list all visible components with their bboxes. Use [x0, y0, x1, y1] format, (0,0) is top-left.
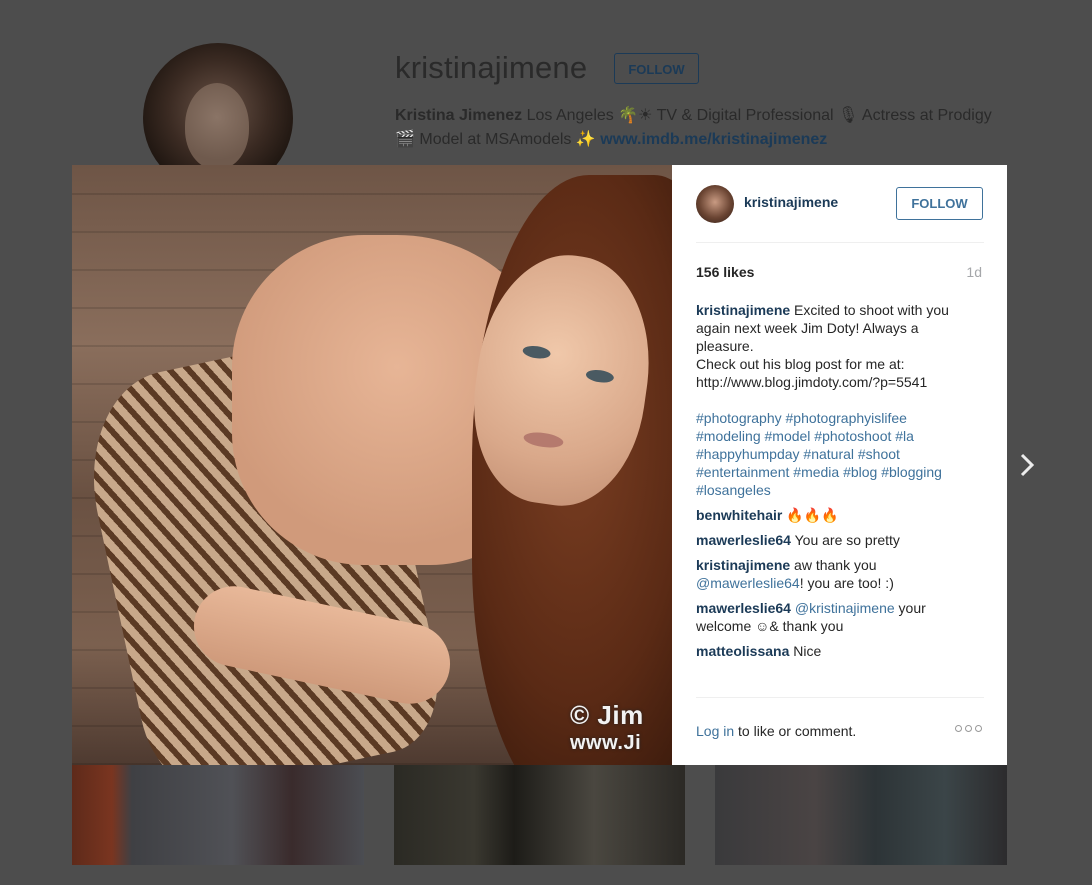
grid-thumbnail[interactable]: [394, 765, 685, 865]
hashtag-line[interactable]: #happyhumpday #natural #shoot: [696, 445, 984, 463]
post-author-avatar[interactable]: [696, 185, 734, 223]
comment-username[interactable]: mawerleslie64: [696, 600, 791, 616]
comment-item: kristinajimene aw thank you @mawerleslie…: [696, 556, 984, 592]
post-stats: 156 likes 1d: [696, 264, 984, 280]
grid-thumbnail[interactable]: [72, 765, 364, 865]
comment-username[interactable]: mawerleslie64: [696, 532, 791, 548]
comment-text: Nice: [789, 643, 822, 659]
comment-username[interactable]: benwhitehair: [696, 507, 782, 523]
post-author-username[interactable]: kristinajimene: [744, 194, 838, 210]
bio-text-2: 🎬 Model at MSAmodels ✨: [395, 131, 601, 148]
post-photo[interactable]: © Jim www.Ji: [72, 165, 672, 765]
profile-bio: Kristina Jimenez Los Angeles 🌴☀ TV & Dig…: [395, 104, 1015, 152]
post-header: kristinajimene FOLLOW: [696, 165, 984, 243]
comment-username[interactable]: matteolissana: [696, 643, 789, 659]
hashtag-line[interactable]: #entertainment #media #blog #blogging: [696, 463, 984, 481]
photo-watermark: © Jim www.Ji: [570, 700, 644, 754]
caption-line: Excited to shoot with you: [790, 302, 949, 318]
bio-link[interactable]: www.imdb.me/kristinajimenez: [600, 131, 827, 148]
hashtag-line[interactable]: #photography #photographyislifee: [696, 409, 984, 427]
comment-text: You are so pretty: [790, 532, 900, 548]
more-options-icon[interactable]: [955, 725, 982, 732]
post-time[interactable]: 1d: [966, 264, 982, 280]
post-sidebar: kristinajimene FOLLOW 156 likes 1d krist…: [672, 165, 1007, 765]
comment-item: mawerleslie64 You are so pretty: [696, 531, 984, 549]
comment-item: mawerleslie64 @kristinajimene your welco…: [696, 599, 984, 635]
bio-text-1: Los Angeles 🌴☀ TV & Digital Professional…: [522, 107, 992, 124]
comment-text: aw thank you: [790, 557, 877, 573]
comment-text: ! you are too! :): [799, 575, 894, 591]
login-prompt-text: to like or comment.: [734, 723, 857, 739]
comment-item: benwhitehair 🔥🔥🔥: [696, 506, 984, 524]
likes-count[interactable]: 156 likes: [696, 264, 754, 280]
login-prompt: Log in to like or comment.: [696, 723, 856, 739]
caption-line[interactable]: http://www.blog.jimdoty.com/?p=5541: [696, 373, 984, 391]
bio-name: Kristina Jimenez: [395, 107, 523, 124]
comments-list: kristinajimene Excited to shoot with you…: [696, 301, 984, 667]
comment-mention[interactable]: @mawerleslie64: [696, 575, 800, 591]
hashtag-line[interactable]: #modeling #model #photoshoot #la: [696, 427, 984, 445]
chevron-right-icon[interactable]: [1016, 450, 1038, 480]
caption-line: Check out his blog post for me at:: [696, 356, 905, 372]
comment-item: matteolissana Nice: [696, 642, 984, 660]
profile-username: kristinajimene: [395, 50, 588, 85]
hashtag-line[interactable]: #losangeles: [696, 481, 984, 499]
profile-follow-button[interactable]: FOLLOW: [614, 53, 699, 84]
login-link[interactable]: Log in: [696, 723, 734, 739]
comment-mention[interactable]: @kristinajimene: [791, 600, 895, 616]
caption-username[interactable]: kristinajimene: [696, 302, 790, 318]
caption-line: pleasure.: [696, 338, 754, 354]
post-footer: Log in to like or comment.: [696, 697, 984, 766]
comment-text: 🔥🔥🔥: [782, 507, 839, 523]
caption-line: again next week Jim Doty! Always a: [696, 320, 919, 336]
comment-username[interactable]: kristinajimene: [696, 557, 790, 573]
grid-thumbnail[interactable]: [715, 765, 1007, 865]
caption: kristinajimene Excited to shoot with you…: [696, 301, 984, 499]
post-follow-button[interactable]: FOLLOW: [896, 187, 983, 220]
